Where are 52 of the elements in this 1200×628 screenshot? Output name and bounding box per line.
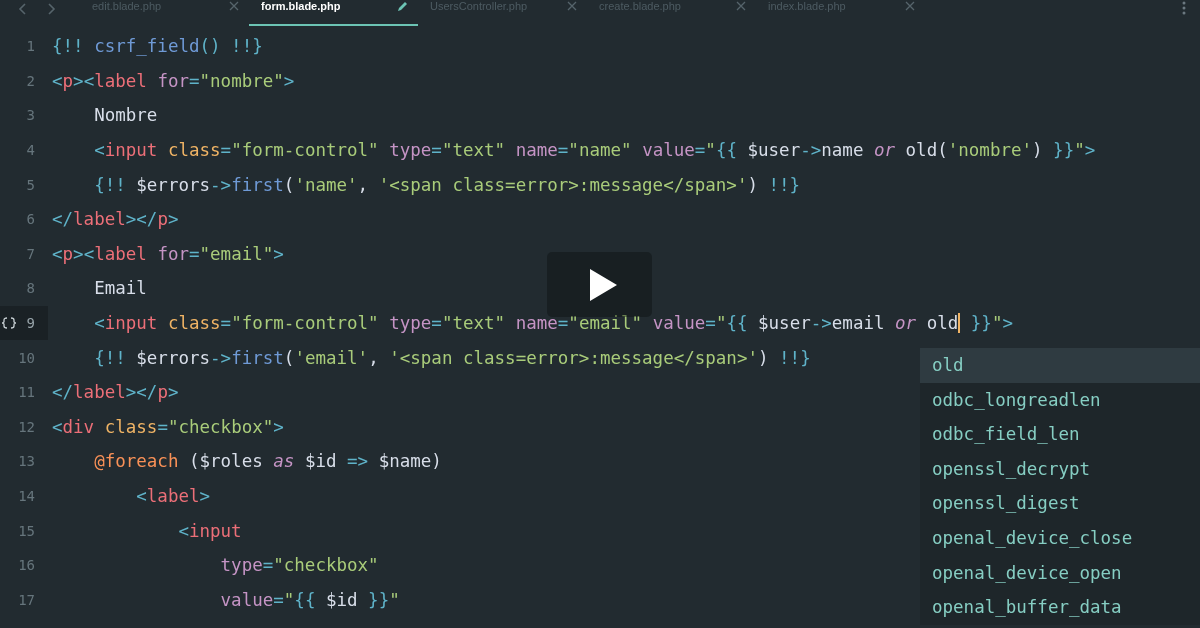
more-options-icon[interactable]	[1182, 1, 1186, 15]
close-icon[interactable]	[736, 1, 746, 11]
close-icon[interactable]	[567, 1, 577, 11]
line-number: 15	[18, 522, 35, 539]
editor-tab[interactable]: form.blade.php	[249, 0, 418, 26]
close-icon[interactable]	[229, 1, 239, 11]
code-line: <label>	[135, 486, 211, 506]
suggestion-item[interactable]: openssl_digest	[920, 486, 1200, 521]
code-line: <p><label for="email">	[52, 243, 284, 264]
braces-icon	[2, 316, 16, 329]
code-line: <p><label for="nombre">	[52, 70, 295, 91]
line-number: 7	[26, 245, 35, 262]
play-icon	[587, 267, 618, 302]
suggestion-item[interactable]: openal_buffer_data	[920, 590, 1200, 625]
pencil-icon	[396, 1, 408, 13]
suggestion-item[interactable]: openssl_decrypt	[920, 451, 1200, 487]
line-number: 6	[26, 211, 35, 228]
code-line: @foreach ($roles as $id => $name)	[93, 451, 442, 472]
code-line: {!! $errors->first('name', '<span class=error>:message</span>') !!}	[93, 174, 801, 195]
line-number: 3	[26, 107, 35, 124]
line-number: 16	[18, 557, 35, 574]
suggestion-item[interactable]: odbc_longreadlen	[920, 382, 1200, 418]
suggestion-item[interactable]: old	[920, 348, 1200, 383]
close-icon[interactable]	[905, 1, 915, 11]
suggestion-item[interactable]: openal_device_open	[920, 555, 1200, 591]
line-number: 5	[26, 176, 35, 193]
code-line: Email	[93, 278, 147, 299]
line-number: 4	[26, 142, 35, 159]
suggestion-item[interactable]: odbc_field_len	[920, 417, 1200, 452]
line-number: 8	[26, 280, 35, 297]
line-number: 1	[26, 38, 35, 55]
line-number: 13	[18, 453, 35, 470]
code-line: </label></p>	[52, 209, 179, 230]
code-line: </label></p>	[52, 382, 179, 403]
play-button[interactable]	[547, 252, 652, 317]
line-number: 2	[26, 72, 35, 89]
code-line: type="checkbox"	[219, 555, 379, 576]
line-number: 9	[26, 315, 35, 332]
code-line: <input class="form-control" type="text" name="email" value="{{ $user->email or old }}">	[93, 313, 1013, 334]
code-line: <input	[177, 520, 242, 541]
line-number: 11	[18, 384, 35, 401]
line-number: 12	[18, 418, 35, 435]
code-line: {!! csrf_field() !!}	[52, 36, 263, 57]
code-line: Nombre	[93, 105, 158, 126]
line-number: 10	[18, 349, 35, 366]
code-line: <input class="form-control" type="text" name="name" value="{{ $user->name or old('nombre') }}">	[93, 140, 1096, 161]
code-line: <div class="checkbox">	[52, 416, 284, 437]
line-number: 14	[18, 488, 35, 504]
suggestion-item[interactable]: openal_device_close	[920, 520, 1200, 556]
line-number: 17	[18, 591, 35, 608]
code-line: value="{{ $id }}"	[219, 589, 400, 610]
code-line: {!! $errors->first('email', '<span class=error>:message</span>') !!}	[93, 347, 811, 368]
